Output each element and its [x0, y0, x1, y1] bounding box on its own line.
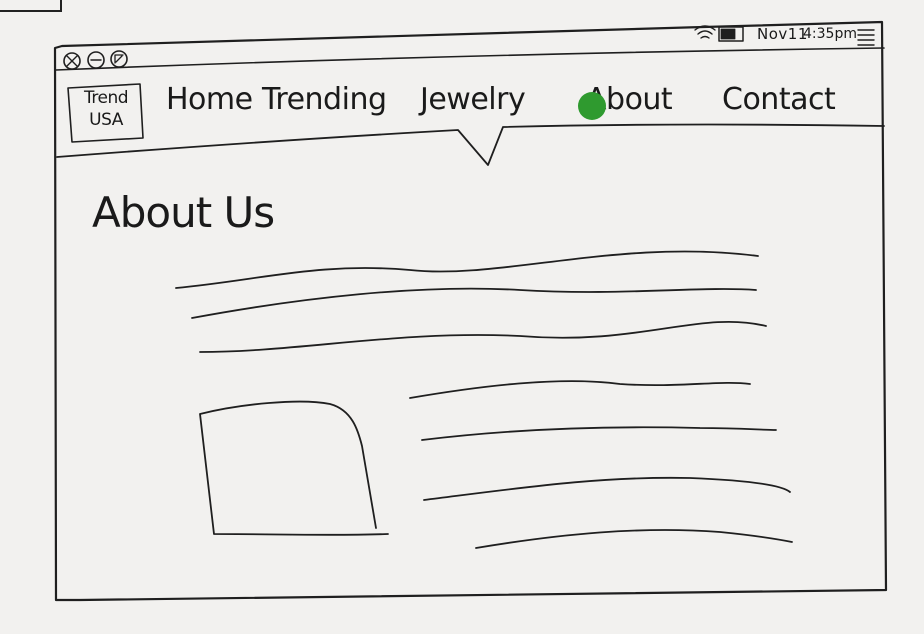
logo-line-1: Trend	[83, 88, 129, 108]
nav-item-jewelry[interactable]: Jewelry	[420, 82, 526, 117]
nav-item-home[interactable]: Home	[166, 82, 253, 117]
maximize-icon[interactable]	[110, 50, 128, 68]
logo-line-2: USA	[89, 110, 123, 130]
menu-icon[interactable]	[857, 29, 875, 46]
nav-divider-pointer	[56, 123, 885, 166]
minimize-icon[interactable]	[87, 51, 105, 69]
titlebar-divider	[55, 47, 885, 71]
text-line-placeholder	[191, 287, 757, 319]
text-line-placeholder	[175, 250, 759, 289]
text-line-placeholder	[421, 426, 777, 441]
status-time: 4:35pm	[803, 26, 857, 42]
battery-icon	[718, 26, 744, 42]
nav-item-trending[interactable]: Trending	[262, 82, 387, 117]
text-line-placeholder	[423, 476, 791, 501]
text-line-placeholder	[475, 529, 793, 549]
close-icon[interactable]	[63, 52, 81, 70]
text-line-placeholder	[409, 380, 751, 399]
image-placeholder	[199, 400, 389, 536]
cursor-click-indicator	[578, 92, 606, 120]
text-line-placeholder	[199, 320, 767, 353]
nav-item-contact[interactable]: Contact	[722, 82, 836, 117]
status-date: Nov11	[757, 25, 808, 43]
page-title: About Us	[92, 188, 275, 237]
